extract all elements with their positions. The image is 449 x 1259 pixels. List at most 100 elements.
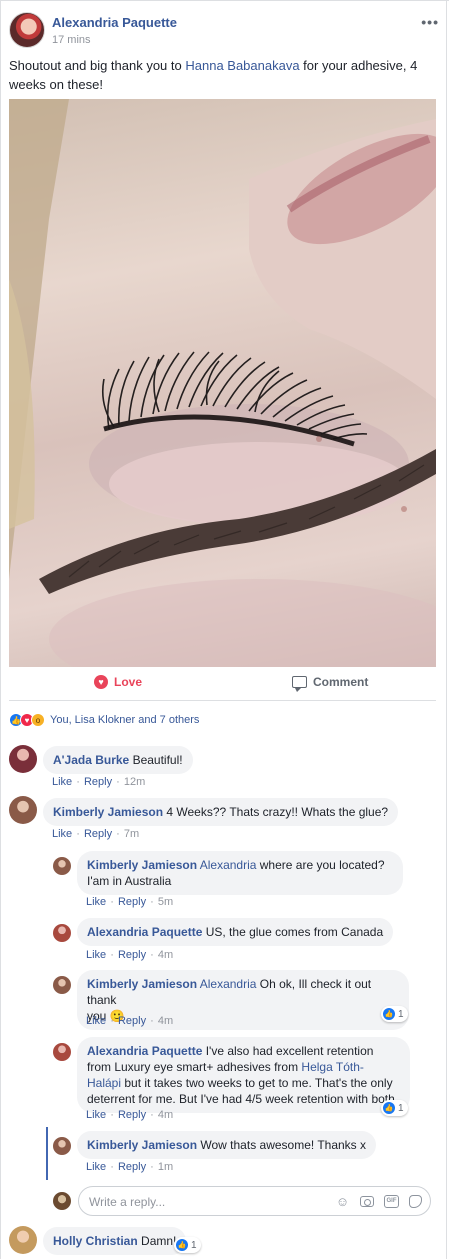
reply-bubble: Kimberly Jamieson Alexandria where are y…: [77, 851, 403, 895]
reply-text: US, the glue comes from Canada: [205, 925, 384, 939]
gif-icon[interactable]: GIF: [384, 1195, 399, 1208]
reply-mention[interactable]: Helga Tóth-: [301, 1060, 363, 1074]
reply-link[interactable]: Reply: [118, 1109, 146, 1121]
camera-icon[interactable]: [360, 1196, 374, 1207]
commenter-name[interactable]: Kimberly Jamieson: [53, 805, 163, 819]
reply-text-line4: deterrent for me. But I've had 4/5 week …: [87, 1092, 395, 1106]
reply-time[interactable]: 4m: [158, 1109, 173, 1121]
like-link[interactable]: Like: [52, 828, 72, 840]
post-text: Shoutout and big thank you to Hanna Baba…: [9, 56, 429, 94]
like-icon: 👍: [383, 1008, 395, 1020]
like-count: 1: [398, 1008, 404, 1020]
reply-text: where are you located?: [256, 858, 385, 872]
comment-text: Damn!: [141, 1234, 177, 1248]
love-icon: ♥: [94, 675, 108, 689]
sticker-icon[interactable]: [409, 1195, 422, 1208]
reply-link[interactable]: Reply: [118, 1015, 146, 1027]
thread-highlight-bar: [46, 1127, 48, 1180]
like-icon: 👍: [383, 1102, 395, 1114]
reply-meta: Like · Reply · 5m: [86, 896, 174, 908]
love-label: Love: [114, 675, 143, 689]
comment-text: 4 Weeks?? Thats crazy!! Whats the glue?: [166, 805, 389, 819]
reply-bubble: Alexandria Paquette US, the glue comes f…: [77, 918, 394, 946]
reply-like-count[interactable]: 👍 1: [381, 1100, 408, 1116]
like-link[interactable]: Like: [86, 896, 106, 908]
replier-avatar[interactable]: [53, 1137, 71, 1155]
reply-text-line2: I'am in Australia: [87, 874, 172, 888]
reply-box: ☺ GIF: [78, 1186, 431, 1216]
comment-like-count[interactable]: 👍 1: [174, 1237, 201, 1253]
like-count: 1: [398, 1102, 404, 1114]
reply-link[interactable]: Reply: [118, 1161, 146, 1173]
comment-meta: Like · Reply · 7m: [52, 828, 140, 840]
comment-bubble: A'Jada Burke Beautiful!: [43, 746, 193, 774]
reply-time[interactable]: 4m: [158, 949, 173, 961]
comment-icon: [292, 676, 307, 692]
comment-time[interactable]: 12m: [124, 776, 145, 788]
comment-bubble: Kimberly Jamieson 4 Weeks?? Thats crazy!…: [43, 798, 399, 826]
reply-mention[interactable]: Alexandria: [200, 858, 257, 872]
current-user-avatar[interactable]: [53, 1192, 71, 1210]
like-link[interactable]: Like: [52, 776, 72, 788]
post-mention-link[interactable]: Hanna Babanakava: [185, 58, 299, 73]
commenter-name[interactable]: A'Jada Burke: [53, 753, 129, 767]
replier-avatar[interactable]: [53, 976, 71, 994]
post-photo[interactable]: [9, 99, 436, 667]
comment-label: Comment: [313, 675, 369, 689]
commenter-name[interactable]: Holly Christian: [53, 1234, 138, 1248]
reply-time[interactable]: 1m: [158, 1161, 173, 1173]
commenter-avatar[interactable]: [9, 796, 37, 824]
comment-button[interactable]: Comment: [292, 675, 369, 692]
comment-meta: Like · Reply · 12m: [52, 776, 146, 788]
reply-like-count[interactable]: 👍 1: [381, 1006, 408, 1022]
replier-name[interactable]: Kimberly Jamieson: [87, 977, 197, 991]
reply-text: Wow thats awesome! Thanks x: [200, 1138, 367, 1152]
reply-text-line2: from Luxury eye smart+ adhesives from: [87, 1060, 302, 1074]
reply-link[interactable]: Reply: [118, 949, 146, 961]
post-timestamp[interactable]: 17 mins: [52, 34, 91, 46]
commenter-avatar[interactable]: [9, 1226, 37, 1254]
commenter-avatar[interactable]: [9, 745, 37, 773]
more-options-icon[interactable]: •••: [421, 14, 439, 30]
replier-name[interactable]: Kimberly Jamieson: [87, 1138, 197, 1152]
replier-avatar[interactable]: [53, 1043, 71, 1061]
reply-link[interactable]: Reply: [84, 776, 112, 788]
replier-avatar[interactable]: [53, 924, 71, 942]
wow-icon: o: [31, 713, 45, 727]
reply-time[interactable]: 4m: [158, 1015, 173, 1027]
reply-mention-line2[interactable]: Halápi: [87, 1076, 121, 1090]
reply-mention[interactable]: Alexandria: [200, 977, 257, 991]
reply-time[interactable]: 5m: [158, 896, 173, 908]
love-button[interactable]: ♥ Love: [94, 675, 142, 689]
replier-name[interactable]: Alexandria Paquette: [87, 925, 202, 939]
post-text-start: Shoutout and big thank you to: [9, 58, 186, 73]
emoji-icon[interactable]: ☺: [335, 1194, 350, 1209]
comment-text: Beautiful!: [132, 753, 183, 767]
author-avatar[interactable]: [9, 12, 45, 48]
reply-meta: Like · Reply · 1m: [86, 1161, 174, 1173]
like-link[interactable]: Like: [86, 1161, 106, 1173]
like-link[interactable]: Like: [86, 1015, 106, 1027]
reply-input[interactable]: [89, 1193, 319, 1210]
replier-avatar[interactable]: [53, 857, 71, 875]
eyelash-photo-illustration: [9, 99, 436, 667]
like-link[interactable]: Like: [86, 1109, 106, 1121]
replier-name[interactable]: Alexandria Paquette: [87, 1044, 202, 1058]
post-header: Alexandria Paquette 17 mins •••: [9, 12, 439, 52]
reactions-summary[interactable]: 👍 ♥ o You, Lisa Klokner and 7 others: [9, 712, 199, 728]
reply-link[interactable]: Reply: [84, 828, 112, 840]
reply-text: I've also had excellent retention: [202, 1044, 374, 1058]
post-author-name[interactable]: Alexandria Paquette: [52, 15, 177, 30]
reply-meta: Like · Reply · 4m: [86, 949, 174, 961]
top-divider: [0, 0, 449, 1]
comment-time[interactable]: 7m: [124, 828, 139, 840]
reactions-text[interactable]: You, Lisa Klokner and 7 others: [50, 714, 199, 726]
reply-meta: Like · Reply · 4m: [86, 1109, 174, 1121]
like-link[interactable]: Like: [86, 949, 106, 961]
reply-link[interactable]: Reply: [118, 896, 146, 908]
replier-name[interactable]: Kimberly Jamieson: [87, 858, 197, 872]
comment-bubble: Holly Christian Damn!: [43, 1227, 187, 1255]
post-actions-bar: ♥ Love Comment: [9, 669, 436, 701]
reply-meta: Like · Reply · 4m: [86, 1015, 174, 1027]
like-count: 1: [191, 1239, 197, 1251]
